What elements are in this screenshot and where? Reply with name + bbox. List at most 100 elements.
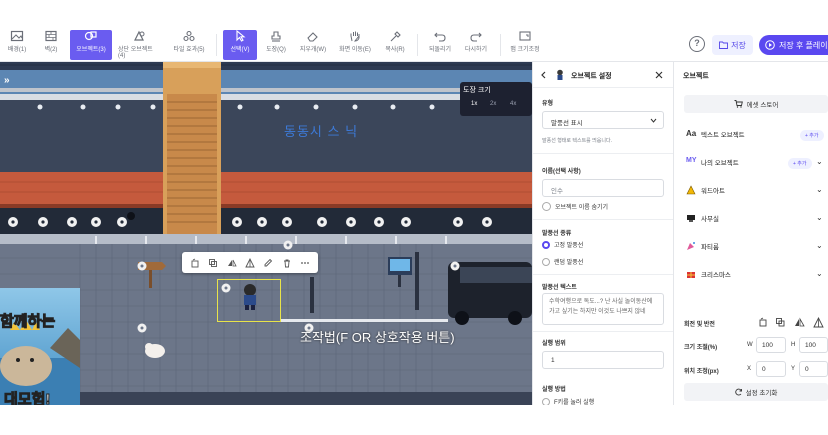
chevron-down-icon[interactable]: ⌄ bbox=[816, 241, 823, 250]
eraser-icon bbox=[307, 32, 318, 42]
reset-settings-button[interactable]: 설정 초기화 bbox=[684, 383, 828, 401]
selected-object-outline[interactable] bbox=[217, 279, 281, 322]
resize-icon bbox=[519, 31, 531, 41]
tool-copy[interactable]: 복사(R) bbox=[382, 30, 408, 60]
hide-name-checkbox[interactable]: 오브젝트 이름 숨기기 bbox=[542, 202, 608, 211]
library-item-label: 나의 오브젝트 bbox=[701, 160, 739, 167]
height-input[interactable]: 100 bbox=[799, 337, 828, 353]
flip-horizontal-icon[interactable] bbox=[227, 258, 237, 268]
name-input[interactable]: 인수 bbox=[542, 179, 664, 197]
radio-random-bubble[interactable]: 랜덤 말풍선 bbox=[542, 257, 583, 266]
tool-wall[interactable]: 벽(2) bbox=[40, 30, 62, 60]
object-context-toolbar bbox=[182, 252, 318, 273]
library-item-text-object[interactable]: Aa 텍스트 오브젝트 bbox=[686, 129, 745, 139]
collapse-left-icon[interactable]: » bbox=[4, 75, 10, 86]
add-text-object-button[interactable]: + 추가 bbox=[800, 130, 824, 141]
width-input[interactable]: 100 bbox=[756, 337, 786, 353]
play-label: 저장 후 플레이 bbox=[779, 40, 828, 50]
tool-label: 선택(V) bbox=[230, 47, 250, 53]
chevron-down-icon[interactable]: ⌄ bbox=[816, 269, 823, 278]
tool-eraser[interactable]: 지우개(W) bbox=[298, 30, 328, 60]
tool-undo[interactable]: 되돌리기 bbox=[426, 30, 454, 60]
tool-object[interactable]: 오브젝트(3) bbox=[70, 30, 112, 60]
flip-horizontal-icon[interactable] bbox=[794, 317, 805, 328]
chevron-down-icon[interactable]: ⌄ bbox=[816, 213, 823, 222]
library-item-wordart[interactable]: 워드아트 bbox=[686, 185, 725, 195]
map-canvas[interactable]: » 동동시 스 닉 함께하는 대모험! bbox=[0, 62, 532, 405]
tool-tile-effect[interactable]: 타일 효과(5) bbox=[170, 30, 208, 60]
position-label: 위치 조정(px) bbox=[684, 369, 719, 375]
trash-icon[interactable] bbox=[282, 258, 292, 268]
redo-icon bbox=[470, 32, 482, 42]
close-icon[interactable] bbox=[655, 71, 663, 79]
reset-icon bbox=[734, 388, 742, 396]
library-item-label: 사무실 bbox=[701, 216, 719, 223]
tool-label: 되돌리기 bbox=[428, 47, 452, 53]
y-input[interactable]: 0 bbox=[799, 361, 828, 377]
rotate-left-icon[interactable] bbox=[190, 258, 200, 268]
stamp-size-title: 도장 크기 bbox=[463, 87, 491, 94]
flip-vertical-icon[interactable] bbox=[813, 317, 824, 328]
edit-pencil-icon[interactable] bbox=[263, 258, 273, 268]
save-and-play-button[interactable]: 저장 후 플레이 bbox=[759, 35, 828, 55]
tool-stamp[interactable]: 도장(Q) bbox=[263, 30, 289, 60]
play-icon bbox=[765, 40, 775, 50]
hand-icon bbox=[350, 31, 360, 42]
help-button[interactable]: ? bbox=[689, 36, 705, 52]
radio-method-f-key[interactable]: F키를 눌러 실행 bbox=[542, 397, 594, 405]
tool-label: 맵 크기조정 bbox=[510, 47, 540, 53]
copy-icon[interactable] bbox=[208, 258, 218, 268]
divider bbox=[533, 274, 673, 275]
chevron-down-icon[interactable]: ⌄ bbox=[816, 157, 823, 166]
more-icon[interactable] bbox=[300, 258, 310, 268]
map-banner-text: 동동시 스 닉 bbox=[284, 124, 359, 139]
object-library-panel: 오브젝트 에셋 스토어 Aa 텍스트 오브젝트 + 추가 MY 나의 오브젝트 … bbox=[674, 62, 828, 405]
stamp-size-popup: 도장 크기 1x 2x 4x bbox=[460, 82, 532, 116]
radio-dot bbox=[542, 397, 550, 405]
chevron-down-icon[interactable]: ⌄ bbox=[816, 185, 823, 194]
zoom-option-4x[interactable]: 4x bbox=[510, 101, 516, 107]
cursor-icon bbox=[236, 30, 246, 42]
character-avatar-icon bbox=[557, 69, 563, 80]
tool-background[interactable]: 배경(1) bbox=[6, 30, 28, 60]
tool-label: 도장(Q) bbox=[266, 47, 286, 53]
copy-icon[interactable] bbox=[775, 317, 786, 328]
bubble-text-area[interactable]: 수학여행으로 독도...? 난 사실 놀이동산에 가고 싶기는 하지만 이것도 … bbox=[542, 293, 664, 325]
tool-label: 지우개(W) bbox=[299, 47, 327, 53]
tool-select[interactable]: 선택(V) bbox=[223, 30, 257, 60]
back-arrow-icon[interactable] bbox=[540, 71, 548, 79]
flip-vertical-icon[interactable] bbox=[245, 257, 255, 268]
chevron-down-icon bbox=[650, 118, 657, 123]
object-icon bbox=[84, 31, 97, 41]
tool-redo[interactable]: 다시하기 bbox=[462, 30, 490, 60]
library-item-my-objects[interactable]: MY 나의 오브젝트 bbox=[686, 157, 739, 167]
stamp-icon bbox=[271, 31, 281, 42]
rotate-icon[interactable] bbox=[758, 317, 769, 328]
save-button[interactable]: 저장 bbox=[712, 35, 753, 55]
library-item-party-room[interactable]: 파티룸 bbox=[686, 241, 719, 251]
type-select[interactable]: 말풍선 표시 bbox=[542, 111, 664, 129]
radio-fixed-bubble[interactable]: 고정 말풍선 bbox=[542, 240, 583, 249]
tool-top-object[interactable]: 상단 오브젝트(4) bbox=[118, 30, 160, 60]
add-my-object-button[interactable]: + 추가 bbox=[788, 158, 812, 169]
library-item-christmas[interactable]: 크리스마스 bbox=[686, 269, 731, 279]
zoom-option-1x[interactable]: 1x bbox=[471, 101, 477, 107]
type-label: 유형 bbox=[542, 101, 554, 107]
zoom-option-2x[interactable]: 2x bbox=[490, 101, 496, 107]
promo-image-object[interactable]: 함께하는 대모험! bbox=[0, 288, 80, 405]
range-label: 실행 범위 bbox=[542, 341, 566, 347]
tool-pan[interactable]: 화면 이동(E) bbox=[338, 30, 372, 60]
radio-label: 랜덤 말풍선 bbox=[554, 260, 584, 266]
map-editor-window: 배경(1) 벽(2) 오브젝트(3) 상단 오브젝트(4) 타일 효과(5) 선… bbox=[0, 0, 828, 435]
promo-text-bottom: 대모험! bbox=[3, 391, 51, 406]
library-item-office[interactable]: 사무실 bbox=[686, 213, 719, 223]
office-icon bbox=[687, 215, 695, 222]
tool-label: 배경(1) bbox=[7, 47, 27, 53]
width-label: W bbox=[747, 342, 753, 348]
tool-map-resize[interactable]: 맵 크기조정 bbox=[508, 30, 542, 60]
x-input[interactable]: 0 bbox=[756, 361, 786, 377]
asset-store-button[interactable]: 에셋 스토어 bbox=[684, 95, 828, 113]
range-input[interactable]: 1 bbox=[542, 351, 664, 369]
toolbar-divider bbox=[216, 34, 217, 56]
radio-label: 고정 말풍선 bbox=[554, 243, 584, 249]
